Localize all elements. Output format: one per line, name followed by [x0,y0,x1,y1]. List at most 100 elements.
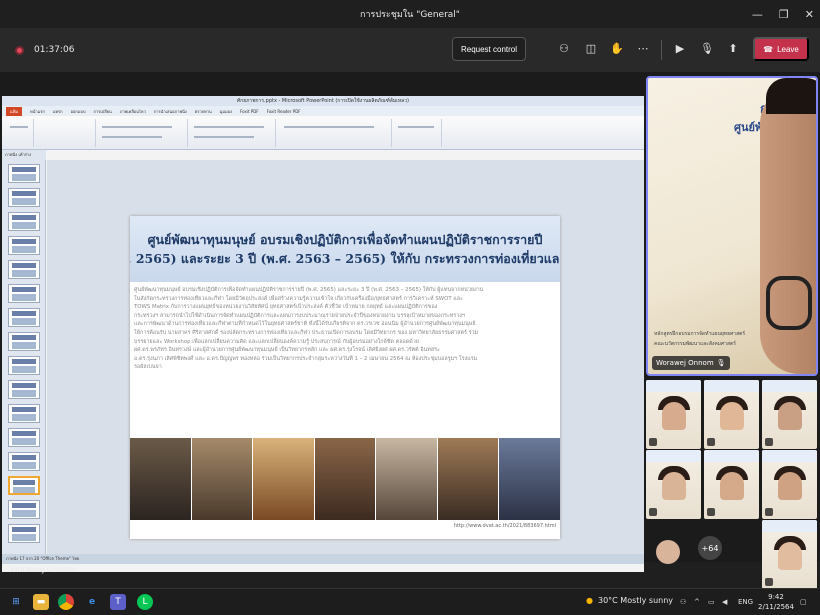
start-icon[interactable]: ⊞ [8,594,24,610]
ppt-tab[interactable]: การเปลี่ยน [94,108,112,115]
slide-thumbnail[interactable] [8,164,40,183]
camera-icon[interactable]: ▶ [673,42,687,56]
slide-body-line: ผศ.ดร.พรภัทร อินทรวงษ์ และผู้อำนวยการศูน… [134,347,440,354]
thumbnail-title [12,383,36,388]
mic-off-icon[interactable]: 🎙 [700,42,714,56]
thumbnail-title [12,407,36,412]
slide-thumbnail[interactable] [8,260,40,279]
background-caption: หลักสูตรฝึกอบรมการจัดทำแผนยุทธศาสตร์ [654,331,746,337]
people-icon[interactable]: ⚇ [680,598,686,606]
edge-icon[interactable]: e [84,594,100,610]
thumbnail-image [12,414,36,421]
participant-video-tile[interactable] [762,520,817,589]
slide-thumbnail[interactable] [8,524,40,543]
share-icon[interactable]: ⬆ [726,42,740,56]
language-indicator[interactable]: ENG [738,598,753,606]
slide-thumbnail[interactable] [8,404,40,423]
ppt-tab[interactable]: Foxit Reader PDF [267,109,301,114]
phone-icon: ☎ [763,44,774,54]
meeting-timer: 01:37:06 [34,45,75,55]
thumbnail-image [12,222,36,229]
teams-icon[interactable]: T [110,594,126,610]
slide-photo [191,438,253,520]
leave-button[interactable]: ☎ Leave [753,37,809,61]
mic-muted-icon [765,438,773,446]
participant-face [662,472,686,500]
slide-thumbnail[interactable] [8,428,40,447]
ribbon-control [284,126,374,128]
chrome-icon[interactable] [58,594,74,610]
ppt-file-tab[interactable]: แฟ้ม [6,106,23,116]
background-banner-text: ศูนย์พั [734,121,763,134]
slide-thumbnail[interactable] [8,308,40,327]
network-icon[interactable]: ▭ [708,598,715,606]
ppt-tab[interactable]: มุมมอง [220,108,232,115]
participant-video-tile[interactable] [704,450,759,519]
ppt-tab[interactable]: Foxit PDF [240,109,259,114]
thumbnail-image [12,366,36,373]
slide-body-line: ศูนย์พัฒนาทุนมนุษย์ อบรมเชิงปฏิบัติการเพ… [134,287,484,293]
ribbon-group-clipboard [2,119,34,147]
ppt-tab[interactable]: แทรก [53,108,63,115]
ppt-tab[interactable]: หน้าแรก [30,108,45,115]
tile-background-banner [762,450,817,462]
request-control-button[interactable]: Request control [452,37,526,61]
slide-thumbnail[interactable] [8,236,40,255]
window-controls: — ❐ ✕ [752,0,814,28]
notifications-icon[interactable]: ▢ [800,598,807,606]
leave-label: Leave [777,44,799,54]
ppt-tab[interactable]: ออกแบบ [71,108,86,115]
speaker-nameplate: Worawej Onnom 🎙 [652,356,730,370]
thumbnail-title [12,335,36,340]
slide-canvas: ศูนย์พัฒนาทุนมนุษย์ อบรมเชิงปฏิบัติการเพ… [47,160,644,554]
more-actions-icon[interactable]: ⋯ [636,42,650,56]
slide-thumbnail[interactable] [8,212,40,231]
ribbon-control [194,136,254,138]
participants-icon[interactable]: ⚇ [557,42,571,56]
ribbon-control [102,126,172,128]
slide-thumbnail[interactable] [8,380,40,399]
weather-text: 30°C Mostly sunny [597,596,674,605]
ppt-ribbon-tabs: แฟ้ม หน้าแรก แทรก ออกแบบ การเปลี่ยน ภาพเคลื่… [2,106,644,116]
slide-thumbnail[interactable] [8,332,40,351]
slide-photo [130,438,191,520]
slide-thumbnail[interactable] [8,284,40,303]
participant-face [778,542,802,570]
ppt-outline-tabs[interactable]: ภาพนิ่ง เค้าร่าง [2,150,46,160]
thumbnail-title [12,287,36,292]
weather-widget[interactable]: ● 30°C Mostly sunny [586,596,673,605]
tray-chevron-icon[interactable]: ^ [694,598,700,606]
file-explorer-icon[interactable]: ▬ [33,594,49,610]
thumbnail-title [12,167,36,172]
participant-video-tile[interactable] [762,380,817,449]
line-icon[interactable]: L [137,594,153,610]
close-icon[interactable]: ✕ [805,8,814,21]
participant-video-tile[interactable] [646,380,701,449]
active-speaker-video[interactable]: การ ศูนย์พั หลักสูตรฝึกอบรมการจัดทำแผนยุ… [646,76,818,376]
participant-video-tile[interactable] [762,450,817,519]
slide-thumbnail[interactable] [8,188,40,207]
meeting-toolbar: 01:37:06 Request control ⚇ ◫ ✋ ⋯ ▶ 🎙 ⬆ ☎… [0,28,820,72]
volume-icon[interactable]: ◀ [722,598,727,606]
reactions-icon[interactable]: ✋ [610,42,624,56]
participant-video-tile[interactable] [646,450,701,519]
mic-muted-icon [649,438,657,446]
ribbon-group-paragraph [188,119,276,147]
ppt-tab[interactable]: ภาพเคลื่อนไหว [120,108,146,115]
system-clock[interactable]: 9:42 2/11/2564 [758,592,794,612]
maximize-icon[interactable]: ❐ [779,8,789,21]
toolbar-divider [661,40,662,60]
slide-thumbnail[interactable] [8,476,40,495]
participant-avatar[interactable] [656,540,680,564]
ppt-tab[interactable]: ตรวจทาน [195,108,212,115]
slide-thumbnail[interactable] [8,356,40,375]
more-participants-button[interactable]: +64 [698,536,722,560]
ribbon-control [194,126,264,128]
slide-thumbnail[interactable] [8,500,40,519]
ribbon-group-font [96,119,188,147]
ppt-tab[interactable]: การนำเสนอภาพนิ่ง [154,108,187,115]
chat-icon[interactable]: ◫ [584,42,598,56]
slide-thumbnail[interactable] [8,452,40,471]
minimize-icon[interactable]: — [752,8,763,21]
participant-video-tile[interactable] [704,380,759,449]
